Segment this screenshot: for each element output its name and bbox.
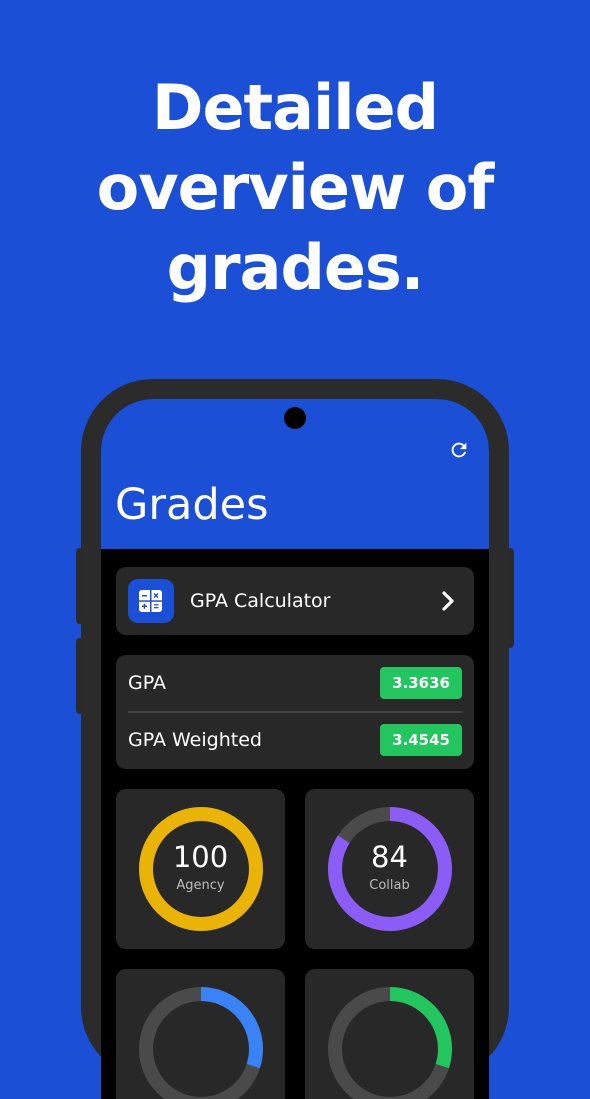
gpa-summary-card: GPA 3.3636 GPA Weighted 3.4545 — [116, 655, 474, 769]
headline-line-1: Detailed — [152, 71, 439, 144]
gpa-weighted-value-badge: 3.4545 — [380, 724, 462, 756]
phone-frame: Grades GPA Calculator GPA 3.3636 GPA Wei… — [81, 379, 509, 1099]
headline-line-2: overview of — [96, 151, 495, 224]
app-bar: Grades — [101, 399, 489, 549]
refresh-icon[interactable] — [448, 439, 470, 461]
stat-value: 84 — [371, 840, 408, 874]
headline: Detailed overview of grades. — [0, 68, 590, 308]
stat-card-agency[interactable]: 100 Agency — [116, 789, 285, 949]
gpa-row: GPA 3.3636 — [128, 655, 462, 712]
gpa-weighted-row: GPA Weighted 3.4545 — [128, 712, 462, 769]
stat-label: Collab — [369, 878, 410, 893]
chevron-right-icon — [440, 589, 456, 613]
headline-line-3: grades. — [166, 231, 425, 304]
gpa-label: GPA — [128, 672, 166, 694]
gpa-calculator-button[interactable]: GPA Calculator — [116, 567, 474, 635]
stat-label: Agency — [176, 878, 225, 893]
camera-cutout — [284, 407, 306, 429]
gpa-calculator-label: GPA Calculator — [190, 590, 331, 612]
gpa-value-badge: 3.3636 — [380, 667, 462, 699]
calculator-icon — [128, 579, 174, 623]
page-title: Grades — [115, 480, 269, 530]
stat-card-3[interactable] — [116, 969, 285, 1099]
gpa-weighted-label: GPA Weighted — [128, 729, 262, 751]
stat-card-4[interactable] — [305, 969, 474, 1099]
phone-screen: Grades GPA Calculator GPA 3.3636 GPA Wei… — [101, 399, 489, 1099]
stat-value: 100 — [172, 840, 229, 874]
stat-card-collab[interactable]: 84 Collab — [305, 789, 474, 949]
